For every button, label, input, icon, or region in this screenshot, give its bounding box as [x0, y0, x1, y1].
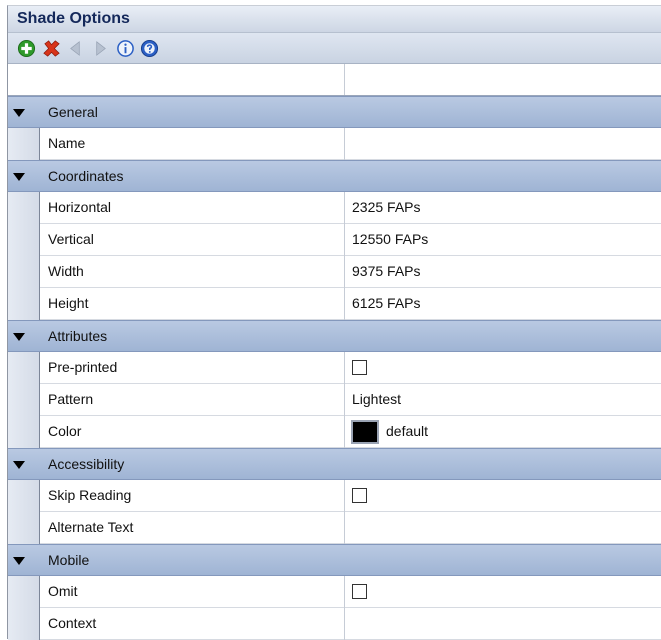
help-icon[interactable]	[140, 39, 159, 58]
section-coordinates[interactable]: Coordinates	[8, 160, 661, 192]
property-label: Pre-printed	[48, 359, 118, 375]
property-row-horizontal[interactable]: Horizontal 2325 FAPs	[8, 192, 661, 224]
section-label: Accessibility	[48, 456, 125, 472]
property-row-width[interactable]: Width 9375 FAPs	[8, 256, 661, 288]
property-row-preprinted[interactable]: Pre-printed	[8, 352, 661, 384]
color-swatch[interactable]	[351, 420, 379, 444]
property-label: Skip Reading	[48, 487, 132, 503]
property-row-height[interactable]: Height 6125 FAPs	[8, 288, 661, 320]
section-mobile[interactable]: Mobile	[8, 544, 661, 576]
skip-reading-checkbox[interactable]	[352, 488, 367, 503]
property-row-context[interactable]: Context	[8, 608, 661, 640]
property-label: Omit	[48, 583, 78, 599]
delete-icon[interactable]	[42, 39, 61, 58]
previous-icon[interactable]	[66, 39, 85, 58]
horizontal-value[interactable]: 2325 FAPs	[352, 199, 421, 215]
property-label: Name	[48, 135, 86, 151]
vertical-value[interactable]: 12550 FAPs	[352, 231, 428, 247]
preprinted-checkbox[interactable]	[352, 360, 367, 375]
property-row-name[interactable]: Name	[8, 128, 661, 160]
section-label: Attributes	[48, 328, 108, 344]
property-label: Alternate Text	[48, 519, 134, 535]
property-label: Width	[48, 263, 84, 279]
omit-checkbox[interactable]	[352, 584, 367, 599]
property-row-color[interactable]: Color default	[8, 416, 661, 448]
property-row-vertical[interactable]: Vertical 12550 FAPs	[8, 224, 661, 256]
color-value[interactable]: default	[386, 423, 428, 439]
grid-header-row	[8, 64, 661, 96]
section-label: Coordinates	[48, 168, 124, 184]
collapse-triangle-icon[interactable]	[12, 106, 26, 120]
width-value[interactable]: 9375 FAPs	[352, 263, 421, 279]
add-icon[interactable]	[17, 39, 36, 58]
property-label: Vertical	[48, 231, 94, 247]
info-icon[interactable]	[116, 39, 135, 58]
panel-title: Shade Options	[17, 10, 130, 27]
height-value[interactable]: 6125 FAPs	[352, 295, 421, 311]
property-label: Height	[48, 295, 89, 311]
collapse-triangle-icon[interactable]	[12, 458, 26, 472]
property-row-alternate-text[interactable]: Alternate Text	[8, 512, 661, 544]
property-label: Horizontal	[48, 199, 112, 215]
property-row-pattern[interactable]: Pattern Lightest	[8, 384, 661, 416]
collapse-triangle-icon[interactable]	[12, 554, 26, 568]
section-general[interactable]: General	[8, 96, 661, 128]
section-accessibility[interactable]: Accessibility	[8, 448, 661, 480]
property-row-omit[interactable]: Omit	[8, 576, 661, 608]
panel-titlebar: Shade Options	[8, 6, 661, 33]
section-attributes[interactable]: Attributes	[8, 320, 661, 352]
property-grid: General Name Coordinates Horizontal 2325…	[8, 64, 661, 640]
section-label: General	[48, 104, 98, 120]
pattern-value[interactable]: Lightest	[352, 391, 401, 407]
toolbar	[8, 33, 661, 64]
collapse-triangle-icon[interactable]	[12, 330, 26, 344]
property-row-skip-reading[interactable]: Skip Reading	[8, 480, 661, 512]
property-label: Color	[48, 423, 82, 439]
column-divider[interactable]	[344, 64, 345, 95]
section-label: Mobile	[48, 552, 90, 568]
property-label: Pattern	[48, 391, 94, 407]
next-icon[interactable]	[91, 39, 110, 58]
shade-options-panel: Shade Options General Name Coordinates H…	[7, 5, 661, 640]
collapse-triangle-icon[interactable]	[12, 170, 26, 184]
property-label: Context	[48, 615, 97, 631]
